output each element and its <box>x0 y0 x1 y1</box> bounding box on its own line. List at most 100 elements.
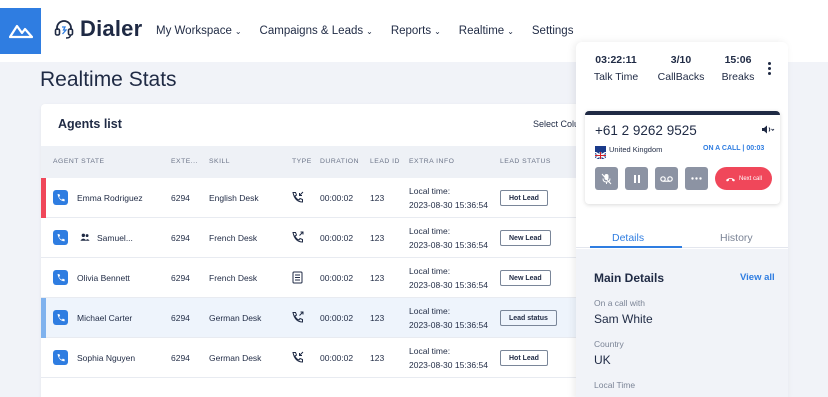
agent-name: Sophia Nguyen <box>77 353 136 363</box>
next-call-button[interactable]: Next call <box>715 167 772 190</box>
table-row[interactable]: Sophia Nguyen 6294 German Desk 00:00:02 123 L… <box>41 338 601 378</box>
chevron-down-icon: ⌄ <box>507 26 514 36</box>
extension: 6294 <box>171 313 190 323</box>
nav-label: Settings <box>531 25 574 37</box>
extra-info-label: Local time: <box>409 186 451 196</box>
nav-realtime[interactable]: Realtime ⌄ <box>459 25 514 37</box>
uk-flag-icon <box>594 146 607 160</box>
stat-label: Breaks <box>721 71 755 83</box>
more-actions-button[interactable] <box>685 167 708 190</box>
column-header[interactable]: LEAD STATUS <box>500 158 551 165</box>
lead-status-badge[interactable]: Hot Lead <box>500 190 548 206</box>
volume-icon[interactable] <box>761 125 775 136</box>
row-state-bar <box>41 178 46 218</box>
extra-info-time: 2023-08-30 15:36:54 <box>409 200 488 210</box>
mic-off-icon <box>601 173 612 184</box>
chevron-down-icon: ⌄ <box>366 26 373 36</box>
nav-reports[interactable]: Reports ⌄ <box>391 25 441 37</box>
page-title: Realtime Stats <box>40 68 177 91</box>
detail-value: Sam White <box>594 312 653 326</box>
on-call-timer: 00:03 <box>746 145 765 152</box>
column-header[interactable]: EXTRA INFO <box>409 158 454 165</box>
voicemail-button[interactable] <box>655 167 678 190</box>
detail-label: Country <box>594 339 624 349</box>
row-state-bar <box>41 298 46 338</box>
main-nav: My Workspace ⌄ Campaigns & Leads ⌄ Reports… <box>156 25 573 37</box>
tab-details[interactable]: Details <box>612 232 644 244</box>
select-columns-button[interactable]: Select Colu <box>533 119 579 129</box>
pause-icon <box>633 174 640 183</box>
extra-info-time: 2023-08-30 15:36:54 <box>409 280 488 290</box>
agent-name: Olivia Bennett <box>77 273 130 283</box>
chevron-down-icon: ⌄ <box>434 26 441 36</box>
tab-history[interactable]: History <box>720 232 753 244</box>
extra-info-label: Local time: <box>409 306 451 316</box>
group-icon <box>80 233 90 241</box>
view-all-link[interactable]: View all <box>740 272 775 283</box>
nav-settings[interactable]: Settings <box>532 25 574 37</box>
lead-id: 123 <box>370 353 385 363</box>
detail-value: UK <box>594 353 611 367</box>
duration: 00:00:02 <box>320 193 354 203</box>
column-header[interactable]: EXTE... <box>171 158 198 165</box>
extra-info: Local time: 2023-08-30 15:36:54 <box>409 304 488 332</box>
lead-id: 123 <box>370 233 385 243</box>
chevron-down-icon: ⌄ <box>234 26 242 36</box>
more-options-icon[interactable] <box>768 62 772 77</box>
table-header: AGENT STATE EXTE... SKILL TYPE DURATION … <box>41 146 601 178</box>
document-icon <box>292 271 303 284</box>
duration: 00:00:02 <box>320 353 354 363</box>
detail-label: Local Time <box>594 380 636 390</box>
phone-number: +61 2 9262 9525 <box>595 123 697 138</box>
table-row[interactable]: Olivia Bennett 6294 French Desk 00:00:02 123… <box>41 258 601 298</box>
phone-icon <box>53 270 68 285</box>
column-header[interactable]: LEAD ID <box>370 158 400 165</box>
mute-button[interactable] <box>595 167 618 190</box>
nav-label: Reports <box>390 25 432 37</box>
extension: 6294 <box>171 273 190 283</box>
lead-id: 123 <box>370 193 385 203</box>
table-row[interactable]: Samuel... 6294 French Desk 00:00:02 123 Local… <box>41 218 601 258</box>
duration: 00:00:02 <box>320 233 354 243</box>
nav-my-workspace[interactable]: My Workspace ⌄ <box>156 25 242 37</box>
agent-name: Michael Carter <box>77 313 133 323</box>
active-call-box: +61 2 9262 9525 United Kingdom ON A CALL… <box>585 111 780 204</box>
nav-label: My Workspace <box>156 25 232 37</box>
lead-status-badge[interactable]: Lead status <box>500 310 557 326</box>
active-tab-indicator <box>590 246 682 248</box>
nav-campaigns-leads[interactable]: Campaigns & Leads ⌄ <box>260 25 373 37</box>
stat-value: 03:22:11 <box>595 54 637 66</box>
hold-button[interactable] <box>625 167 648 190</box>
stat-label: CallBacks <box>657 71 705 83</box>
lead-status-badge[interactable]: New Lead <box>500 230 551 246</box>
duration: 00:00:02 <box>320 313 354 323</box>
phone-icon <box>53 310 68 325</box>
stat-value: 3/10 <box>670 54 692 66</box>
phone-icon <box>53 350 68 365</box>
extension: 6294 <box>171 353 190 363</box>
phone-icon <box>53 190 68 205</box>
table-row[interactable]: Michael Carter 6294 German Desk 00:00:02 123… <box>41 298 601 338</box>
column-header[interactable]: AGENT STATE <box>53 158 105 165</box>
extension: 6294 <box>171 233 190 243</box>
skill: German Desk <box>209 353 262 363</box>
phone-outgoing-icon <box>292 311 304 323</box>
agents-list-title: Agents list <box>58 117 122 131</box>
skill: French Desk <box>209 273 258 283</box>
logo-mark-icon <box>8 24 33 39</box>
column-header[interactable]: DURATION <box>320 158 359 165</box>
extra-info-time: 2023-08-30 15:36:54 <box>409 360 488 370</box>
extra-info-time: 2023-08-30 15:36:54 <box>409 320 488 330</box>
table-row[interactable]: Emma Rodriguez 6294 English Desk 00:00:02 12… <box>41 178 601 218</box>
app-switcher-logo[interactable] <box>0 8 41 54</box>
hang-up-icon <box>725 177 735 181</box>
extra-info: Local time: 2023-08-30 15:36:54 <box>409 224 488 252</box>
brand-name: Dialer <box>80 16 143 41</box>
lead-status-badge[interactable]: New Lead <box>500 270 551 286</box>
agent-name: Emma Rodriguez <box>77 193 143 203</box>
column-header[interactable]: SKILL <box>209 158 230 165</box>
lead-status-badge[interactable]: Hot Lead <box>500 350 548 366</box>
column-header[interactable]: TYPE <box>292 158 312 165</box>
details-title: Main Details <box>594 271 665 285</box>
lead-id: 123 <box>370 273 385 283</box>
